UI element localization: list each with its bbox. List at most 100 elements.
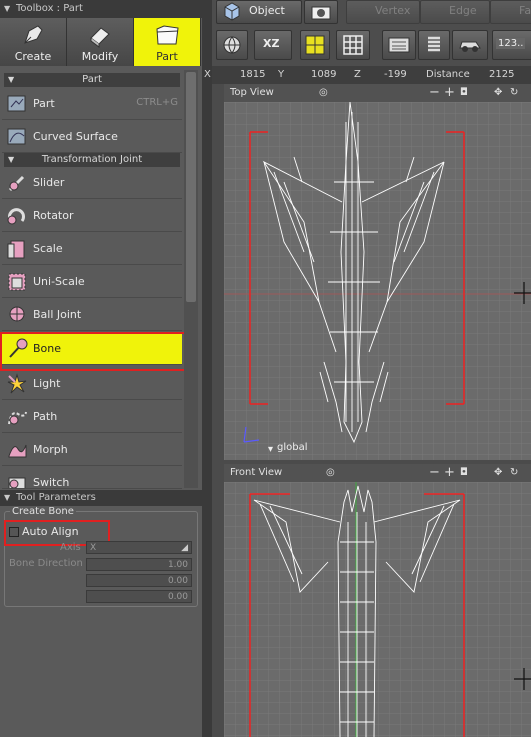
globe-icon (223, 36, 241, 54)
object-mode-button[interactable]: Object (216, 0, 302, 24)
toolbox-panel: ▼ Toolbox : Part Create Modify Part ▼ Pa… (0, 0, 202, 737)
spring-button[interactable] (418, 30, 450, 60)
edge-mode-button[interactable]: Edge (420, 0, 490, 24)
camera-small-icon[interactable]: ◘ (460, 464, 468, 482)
grid-square-icon (305, 35, 325, 55)
item-scale[interactable]: Scale (2, 233, 182, 265)
rotator-icon (7, 208, 25, 225)
distance-label: Distance (426, 69, 470, 80)
x-value: 1815 (240, 69, 266, 80)
numeric-input-button[interactable]: 123.. (492, 30, 531, 60)
keyboard-icon (388, 37, 410, 53)
target-icon[interactable]: ◎ (326, 464, 335, 482)
toolbox-tabs: Create Modify Part (0, 18, 201, 66)
item-switch[interactable]: Switch (2, 467, 182, 489)
item-slider[interactable]: Slider (2, 167, 182, 199)
slider-icon (8, 175, 25, 192)
bone-direction-z-field[interactable]: 0.00 (86, 590, 192, 603)
top-view-title[interactable]: Top View (230, 84, 274, 102)
grid-button[interactable] (336, 30, 370, 60)
switch-icon (8, 477, 26, 488)
collapse-triangle-icon[interactable]: ▼ (8, 153, 14, 167)
global-axis-label: ▾ (268, 444, 273, 455)
item-label: Switch (33, 476, 70, 489)
y-value: 1089 (311, 69, 337, 80)
section-title: Part (82, 74, 102, 85)
numeric-input-label: 123.. (496, 38, 526, 49)
tab-part[interactable]: Part (134, 18, 201, 66)
tab-modify[interactable]: Modify (67, 18, 134, 66)
item-label: Light (33, 377, 61, 390)
item-label: Uni-Scale (33, 275, 85, 288)
item-shortcut: CTRL+G (136, 97, 178, 108)
top-view-viewport[interactable]: Top View ◎ − + ◘ ✥ ↻ ▾ global (224, 84, 531, 460)
zoom-in-icon[interactable]: + (444, 84, 455, 102)
bone-direction-z: 0.00 (167, 592, 188, 602)
top-view-canvas[interactable]: ▾ (224, 102, 531, 460)
rotate-view-icon[interactable]: ↻ (510, 84, 518, 102)
camera-icon (311, 6, 331, 20)
toolbox-scrollbar-thumb[interactable] (186, 72, 196, 302)
toolbox-title: Toolbox : Part (16, 3, 83, 14)
y-label: Y (278, 69, 285, 80)
zoom-out-icon[interactable]: − (429, 84, 440, 102)
face-mode-button[interactable]: Fa (490, 0, 531, 24)
plane-xz-button[interactable]: XZ (254, 30, 292, 60)
globe-button[interactable] (216, 30, 248, 60)
collapse-triangle-icon[interactable]: ▼ (8, 73, 14, 87)
target-icon[interactable]: ◎ (319, 84, 328, 102)
zoom-out-icon[interactable]: − (429, 464, 440, 482)
tab-create[interactable]: Create (0, 18, 67, 66)
light-icon (7, 373, 27, 394)
tool-params-title: Tool Parameters (16, 492, 96, 503)
main-toolbar: Object Vertex Edge Fa XZ 123.. (212, 0, 531, 66)
item-path[interactable]: Path (2, 401, 182, 433)
front-view-canvas[interactable] (224, 482, 531, 737)
tab-part-label: Part (156, 50, 178, 63)
camera-small-icon[interactable]: ◘ (460, 84, 468, 102)
item-part[interactable]: Part CTRL+G (2, 88, 182, 120)
scale-icon (7, 240, 25, 259)
item-label: Scale (33, 242, 63, 255)
axis-select[interactable]: X ◢ (86, 541, 192, 554)
z-value: -199 (384, 69, 407, 80)
item-rotator[interactable]: Rotator (2, 200, 182, 232)
item-ball-joint[interactable]: Ball Joint (2, 299, 182, 331)
curved-surface-icon (7, 128, 26, 145)
bone-direction-x-field[interactable]: 1.00 (86, 558, 192, 571)
edge-mode-label: Edge (449, 4, 477, 17)
vertex-mode-button[interactable]: Vertex (346, 0, 420, 24)
bone-direction-x: 1.00 (167, 560, 188, 570)
x-label: X (204, 69, 211, 80)
toolbox-titlebar[interactable]: ▼ Toolbox : Part (0, 0, 202, 18)
front-view-viewport[interactable]: Front View ◎ − + ◘ ✥ ↻ (224, 464, 531, 737)
z-label: Z (354, 69, 361, 80)
item-uni-scale[interactable]: Uni-Scale (2, 266, 182, 298)
item-morph[interactable]: Morph (2, 434, 182, 466)
keyboard-button[interactable] (382, 30, 416, 60)
axis-label: Axis (60, 542, 81, 553)
rotate-view-icon[interactable]: ↻ (510, 464, 518, 482)
tool-params-titlebar[interactable]: ▼ Tool Parameters (0, 490, 202, 506)
bone-direction-y-field[interactable]: 0.00 (86, 574, 192, 587)
pan-icon[interactable]: ✥ (494, 464, 502, 482)
grid-snap-button[interactable] (300, 30, 330, 60)
front-view-title[interactable]: Front View (230, 464, 282, 482)
section-transformation-joint-header[interactable]: ▼ Transformation Joint (4, 153, 180, 167)
uni-scale-icon (8, 273, 26, 291)
vehicle-button[interactable] (452, 30, 488, 60)
part-icon (7, 95, 26, 112)
zoom-in-icon[interactable]: + (444, 464, 455, 482)
collapse-triangle-icon[interactable]: ▼ (4, 490, 10, 506)
pan-icon[interactable]: ✥ (494, 84, 502, 102)
face-mode-label: Fa (519, 4, 531, 17)
collapse-triangle-icon[interactable]: ▼ (4, 0, 10, 18)
item-light[interactable]: Light (2, 368, 182, 400)
item-curved-surface[interactable]: Curved Surface (2, 121, 182, 153)
section-part-header[interactable]: ▼ Part (4, 73, 180, 87)
tab-modify-label: Modify (81, 50, 119, 63)
item-label: Slider (33, 176, 65, 189)
camera-button[interactable] (304, 0, 338, 24)
cube-icon (224, 2, 240, 21)
panel-splitter[interactable] (202, 0, 212, 737)
